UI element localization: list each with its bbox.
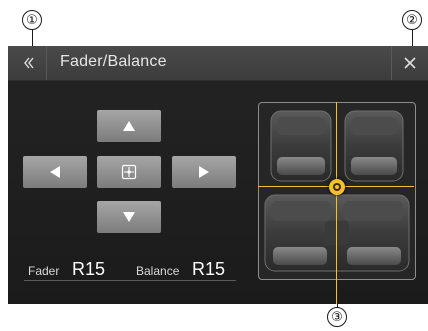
fade-front-button[interactable]	[97, 110, 161, 142]
callout-1: ①	[22, 10, 42, 30]
front-right-seat	[344, 110, 404, 182]
balance-right-button[interactable]	[172, 156, 236, 188]
fader-value: R15	[72, 259, 106, 279]
arrow-left-icon	[50, 166, 60, 178]
balance-value: R15	[192, 259, 226, 279]
fader-balance-screen: Fader/Balance Fader R15 Balance R15	[8, 46, 428, 304]
double-chevron-left-icon	[24, 57, 34, 69]
callout-3: ③	[327, 307, 347, 327]
balance-left-button[interactable]	[23, 156, 87, 188]
fader-label: Fader	[28, 264, 60, 278]
header-bar: Fader/Balance	[8, 46, 428, 81]
arrow-down-icon	[123, 212, 135, 222]
front-left-seat	[270, 110, 332, 182]
readout-divider	[24, 280, 236, 281]
rear-bench-seat	[264, 194, 410, 272]
fade-rear-button[interactable]	[97, 201, 161, 233]
arrow-right-icon	[199, 166, 209, 178]
callout-2: ②	[402, 10, 422, 30]
page-title: Fader/Balance	[60, 53, 167, 70]
close-icon	[404, 57, 416, 69]
balance-label: Balance	[136, 264, 180, 278]
arrow-up-icon	[123, 121, 135, 131]
balance-guide-line	[336, 102, 337, 304]
back-button[interactable]	[12, 46, 47, 80]
center-button[interactable]	[97, 156, 161, 188]
fader-balance-marker[interactable]	[329, 179, 345, 195]
center-crosshair-icon	[121, 164, 137, 180]
close-button[interactable]	[391, 46, 428, 80]
